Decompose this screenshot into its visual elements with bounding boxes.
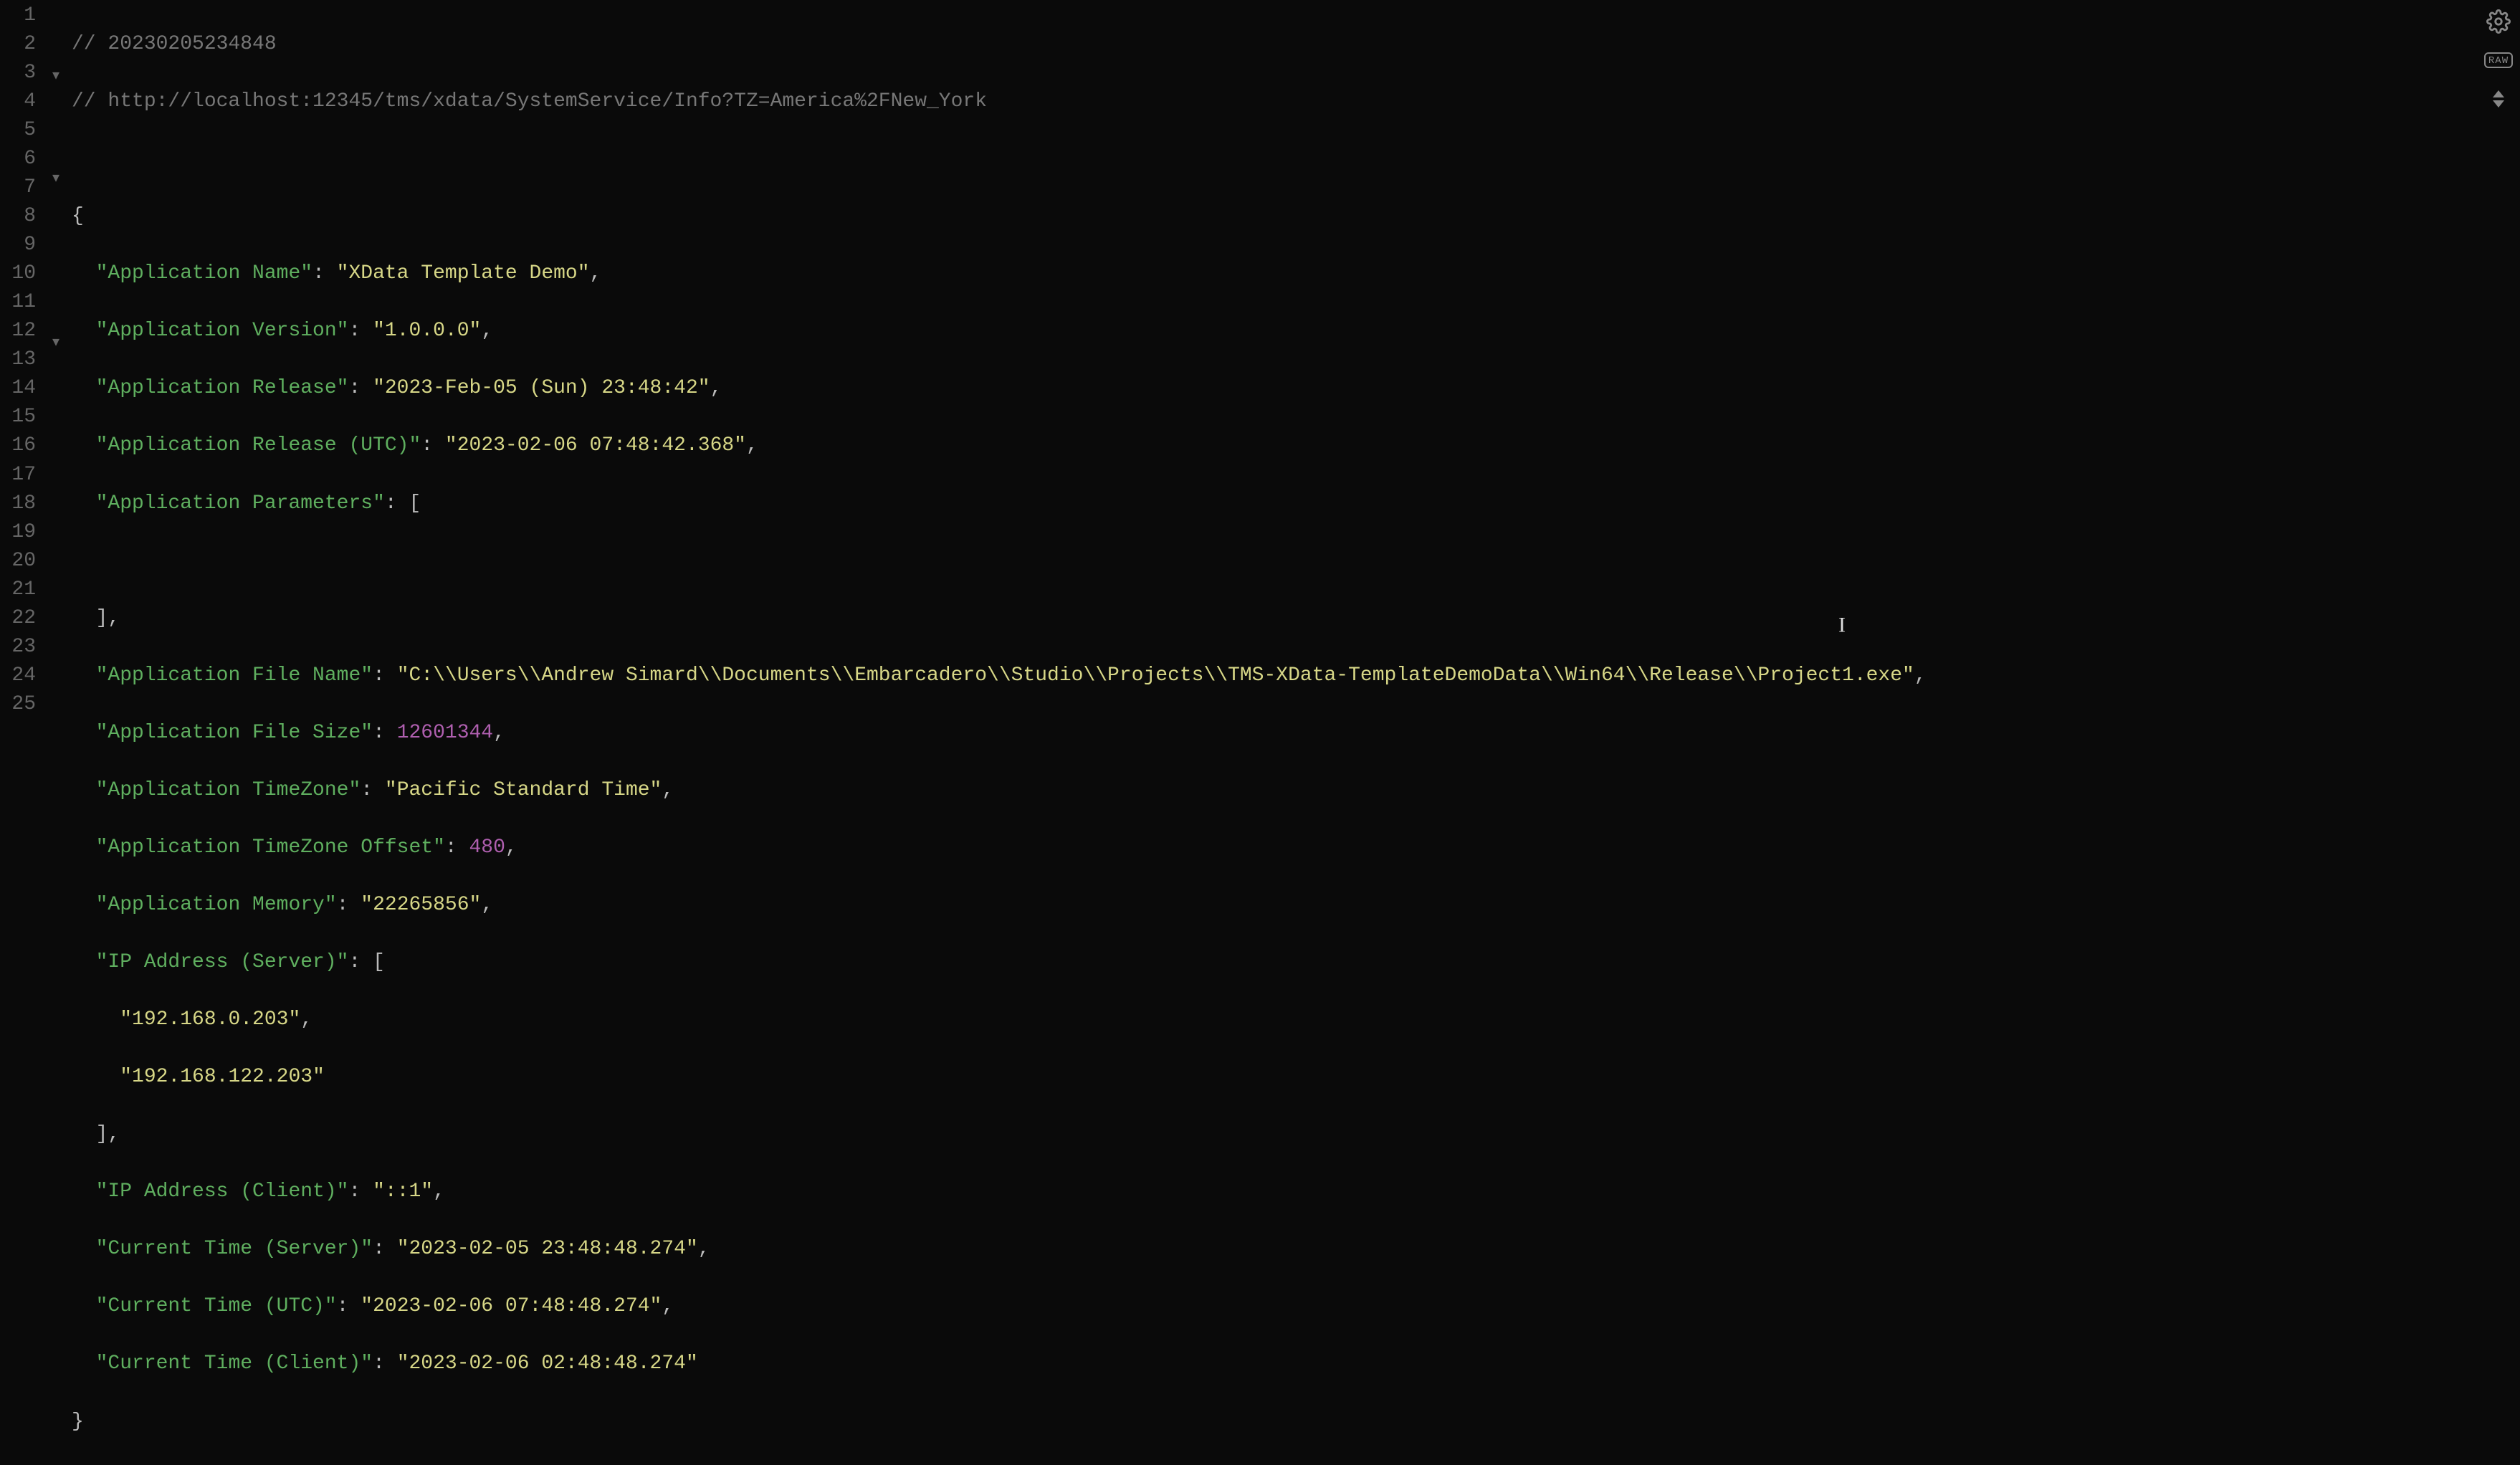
code-area: // 20230205234848 // http://localhost:12… bbox=[72, 1, 1927, 1465]
line-number: 5 bbox=[0, 116, 46, 145]
line-number: 6 bbox=[0, 145, 46, 173]
code-line: "Current Time (UTC)": "2023-02-06 07:48:… bbox=[72, 1292, 1927, 1321]
code-line: "Application Parameters": [ bbox=[72, 490, 1927, 518]
code-line: ], bbox=[72, 1120, 1927, 1149]
line-number: 20 bbox=[0, 547, 46, 576]
line-number: 8 bbox=[0, 202, 46, 231]
code-line: "Application Release": "2023-Feb-05 (Sun… bbox=[72, 374, 1927, 403]
line-number: 15 bbox=[0, 403, 46, 431]
fold-column: ▾ ▾ ▾ bbox=[46, 0, 66, 514]
code-line: "Application File Size": 12601344, bbox=[72, 719, 1927, 748]
line-number-gutter: 1234567891011121314151617181920212223242… bbox=[0, 0, 46, 719]
code-line: "Current Time (Client)": "2023-02-06 02:… bbox=[72, 1350, 1927, 1378]
code-line: } bbox=[72, 1408, 1927, 1436]
code-line: "Application Release (UTC)": "2023-02-06… bbox=[72, 431, 1927, 460]
code-line bbox=[72, 145, 1927, 173]
comment-url: // http://localhost:12345/tms/xdata/Syst… bbox=[72, 90, 987, 113]
code-line: "Application Name": "XData Template Demo… bbox=[72, 259, 1927, 288]
fold-toggle-icon[interactable]: ▾ bbox=[46, 63, 66, 84]
code-line: "192.168.122.203" bbox=[72, 1063, 1927, 1092]
gear-icon[interactable] bbox=[2484, 7, 2513, 36]
line-number: 4 bbox=[0, 87, 46, 116]
line-number: 3 bbox=[0, 59, 46, 87]
fold-toggle-icon[interactable]: ▾ bbox=[46, 166, 66, 186]
line-number: 17 bbox=[0, 461, 46, 490]
code-line: ], bbox=[72, 604, 1927, 633]
line-number: 11 bbox=[0, 288, 46, 317]
code-line: "Application TimeZone": "Pacific Standar… bbox=[72, 776, 1927, 805]
viewer-toolbar: RAW bbox=[2484, 7, 2513, 113]
code-line: // http://localhost:12345/tms/xdata/Syst… bbox=[72, 87, 1927, 116]
fold-toggle-icon[interactable]: ▾ bbox=[46, 330, 66, 350]
line-number: 25 bbox=[0, 690, 46, 719]
line-number: 10 bbox=[0, 259, 46, 288]
comment-timestamp: // 20230205234848 bbox=[72, 33, 277, 55]
line-number: 7 bbox=[0, 173, 46, 202]
line-number: 9 bbox=[0, 231, 46, 259]
code-line: "IP Address (Server)": [ bbox=[72, 948, 1927, 977]
line-number: 18 bbox=[0, 490, 46, 518]
code-line: "192.168.0.203", bbox=[72, 1006, 1927, 1034]
code-line: "IP Address (Client)": "::1", bbox=[72, 1178, 1927, 1206]
code-line: "Current Time (Server)": "2023-02-05 23:… bbox=[72, 1235, 1927, 1264]
code-line: "Application TimeZone Offset": 480, bbox=[72, 834, 1927, 862]
code-line bbox=[72, 547, 1927, 576]
line-number: 14 bbox=[0, 374, 46, 403]
line-number: 13 bbox=[0, 345, 46, 374]
code-line: // 20230205234848 bbox=[72, 30, 1927, 59]
raw-toggle[interactable]: RAW bbox=[2484, 46, 2513, 75]
line-number: 21 bbox=[0, 576, 46, 604]
line-number: 2 bbox=[0, 30, 46, 59]
line-number: 23 bbox=[0, 633, 46, 662]
code-line: "Application Version": "1.0.0.0", bbox=[72, 317, 1927, 345]
line-number: 12 bbox=[0, 317, 46, 345]
line-number: 1 bbox=[0, 1, 46, 30]
line-number: 16 bbox=[0, 431, 46, 460]
code-line: "Application Memory": "22265856", bbox=[72, 891, 1927, 920]
text-cursor-icon: I bbox=[1838, 611, 1846, 641]
line-number: 24 bbox=[0, 662, 46, 690]
line-number: 22 bbox=[0, 604, 46, 633]
code-line: { bbox=[72, 202, 1927, 231]
line-number: 19 bbox=[0, 518, 46, 547]
code-line: "Application File Name": "C:\\Users\\And… bbox=[72, 662, 1927, 690]
scroll-arrows-icon[interactable] bbox=[2484, 85, 2513, 113]
raw-label: RAW bbox=[2484, 52, 2513, 68]
